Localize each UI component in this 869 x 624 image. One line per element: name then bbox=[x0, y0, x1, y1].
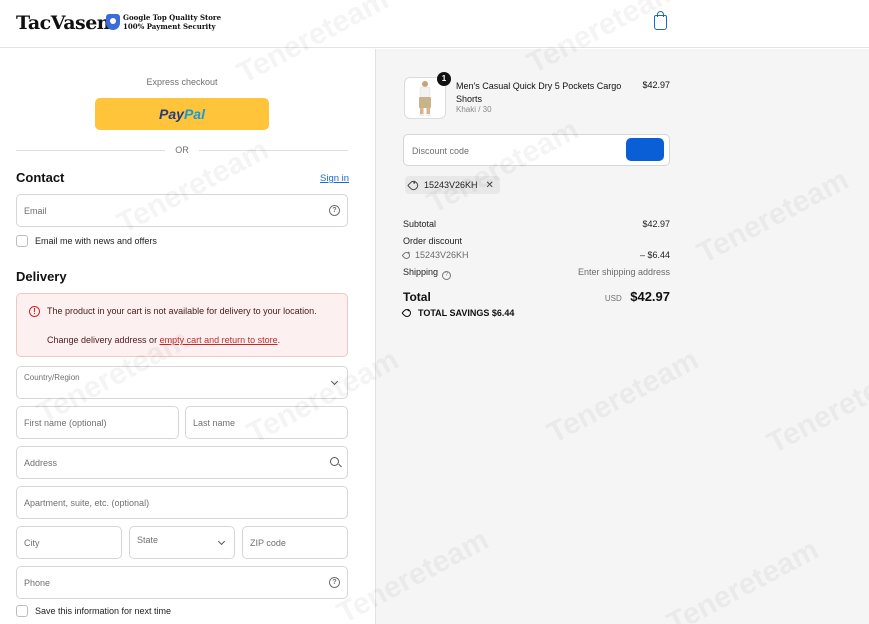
trust-badge: Google Top Quality Store 100% Payment Se… bbox=[106, 13, 221, 31]
total-label: Total bbox=[403, 290, 431, 304]
or-label: OR bbox=[175, 145, 189, 155]
first-name-field[interactable]: First name (optional) bbox=[16, 406, 179, 439]
state-select[interactable]: State bbox=[129, 526, 235, 559]
order-discount-row: Order discount bbox=[403, 236, 463, 246]
paypal-logo-part2: Pal bbox=[183, 106, 205, 122]
delivery-heading: Delivery bbox=[16, 269, 67, 284]
sign-in-link[interactable]: Sign in bbox=[320, 173, 349, 184]
apply-discount-button[interactable] bbox=[626, 138, 664, 161]
alert-message: The product in your cart is not availabl… bbox=[47, 306, 317, 316]
save-info-label: Save this information for next time bbox=[35, 606, 172, 616]
email-placeholder: Email bbox=[24, 206, 47, 216]
trust-line-1: Google Top Quality Store bbox=[123, 13, 222, 22]
total-value: $42.97 bbox=[630, 289, 670, 304]
paypal-button[interactable]: Pay Pal bbox=[95, 98, 269, 130]
subtotal-value: $42.97 bbox=[642, 219, 670, 229]
close-icon[interactable]: ✕ bbox=[486, 180, 494, 191]
phone-field[interactable]: Phone ? bbox=[16, 566, 348, 599]
quantity-badge: 1 bbox=[437, 72, 451, 86]
discount-code-row: 15243V26KH – $6.44 bbox=[401, 250, 670, 260]
store-logo[interactable]: TacVasen bbox=[16, 12, 111, 34]
help-icon[interactable]: ? bbox=[329, 577, 340, 588]
discount-value: – $6.44 bbox=[639, 250, 670, 260]
subtotal-row: Subtotal $42.97 bbox=[403, 219, 670, 229]
alert-action: Change delivery address or empty cart an… bbox=[47, 335, 281, 345]
order-summary: 1 Men's Casual Quick Dry 5 Pockets Cargo… bbox=[375, 49, 869, 624]
country-select[interactable]: Country/Region bbox=[16, 366, 348, 399]
product-thumbnail: 1 bbox=[404, 72, 451, 119]
product-name: Men's Casual Quick Dry 5 Pockets Cargo S… bbox=[456, 81, 622, 104]
total-savings: TOTAL SAVINGS $6.44 bbox=[401, 307, 515, 319]
tag-icon bbox=[401, 307, 413, 319]
tag-icon bbox=[401, 250, 412, 260]
currency-code: USD bbox=[604, 294, 622, 303]
site-header: TacVasen Google Top Quality Store 100% P… bbox=[0, 0, 869, 48]
save-info-checkbox[interactable] bbox=[16, 605, 28, 617]
error-icon: ! bbox=[29, 306, 40, 317]
newsletter-option[interactable]: Email me with news and offers bbox=[16, 235, 157, 247]
applied-code: 15243V26KH bbox=[424, 180, 478, 190]
savings-label: TOTAL SAVINGS bbox=[418, 308, 490, 318]
total-row: Total USD $42.97 bbox=[403, 288, 670, 306]
zip-field[interactable]: ZIP code bbox=[242, 526, 348, 559]
country-label: Country/Region bbox=[24, 373, 80, 382]
or-divider: OR bbox=[16, 144, 348, 156]
city-field[interactable]: City bbox=[16, 526, 122, 559]
shield-icon bbox=[106, 14, 120, 30]
shipping-row: Shipping? Enter shipping address bbox=[403, 267, 670, 280]
empty-cart-link[interactable]: empty cart and return to store bbox=[160, 335, 278, 345]
help-icon[interactable]: ? bbox=[329, 205, 340, 216]
product-variant: Khaki / 30 bbox=[456, 105, 492, 114]
discount-code: 15243V26KH bbox=[415, 250, 469, 260]
paypal-logo-part1: Pay bbox=[159, 106, 184, 122]
newsletter-label: Email me with news and offers bbox=[35, 236, 157, 246]
apartment-field[interactable]: Apartment, suite, etc. (optional) bbox=[16, 486, 348, 519]
product-price: $42.97 bbox=[642, 80, 670, 90]
shopping-bag-icon[interactable] bbox=[654, 11, 667, 30]
contact-heading: Contact bbox=[16, 170, 65, 185]
tag-icon bbox=[407, 178, 420, 192]
help-icon[interactable]: ? bbox=[442, 271, 452, 280]
email-field[interactable]: Email ? bbox=[16, 194, 348, 227]
newsletter-checkbox[interactable] bbox=[16, 235, 28, 247]
search-icon bbox=[330, 457, 339, 466]
express-checkout-label: Express checkout bbox=[146, 77, 218, 87]
checkout-form: Express checkout Pay Pal OR Contact Sign … bbox=[0, 49, 375, 624]
save-info-option[interactable]: Save this information for next time bbox=[16, 605, 171, 617]
savings-value: $6.44 bbox=[491, 308, 515, 318]
address-field[interactable]: Address bbox=[16, 446, 348, 479]
trust-line-2: 100% Payment Security bbox=[123, 22, 216, 31]
chevron-down-icon bbox=[217, 537, 226, 546]
chevron-down-icon bbox=[330, 377, 339, 386]
shipping-value: Enter shipping address bbox=[577, 267, 670, 277]
delivery-error-alert: ! The product in your cart is not availa… bbox=[16, 293, 348, 357]
applied-discount-chip: 15243V26KH ✕ bbox=[405, 176, 500, 194]
last-name-field[interactable]: Last name bbox=[185, 406, 348, 439]
